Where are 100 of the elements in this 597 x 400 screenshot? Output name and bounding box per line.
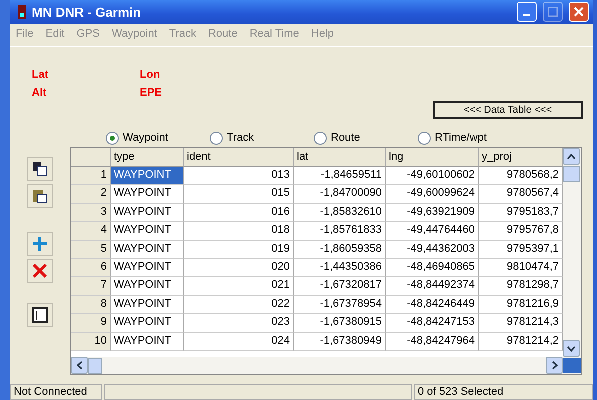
minimize-button[interactable] [517,2,537,22]
table-cell: -1,84700090 [294,185,386,204]
row-number: 8 [71,296,111,314]
table-cell: -1,86059358 [294,240,386,259]
status-panel: Not Connected [10,384,102,400]
table-cell: -49,60100602 [386,167,479,186]
table-cell: 022 [184,296,294,314]
gps-label: Lat [32,69,50,83]
table-cell: 016 [184,204,294,222]
column-header[interactable]: lng [386,148,479,167]
row-number: 10 [71,332,111,351]
table-cell: -1,44350386 [294,258,386,278]
column-header[interactable]: ident [184,148,294,167]
row-number: 3 [71,204,111,222]
radio-label: RTime/wpt [435,132,487,144]
corner-header[interactable] [71,148,111,167]
table-cell: -1,67380949 [294,332,386,351]
table-cell: WAYPOINT [111,277,184,296]
table-cell: -48,84247964 [386,332,479,351]
size-grip [563,358,581,373]
table-cell: WAYPOINT [111,204,184,222]
menu-item[interactable]: Help [311,28,334,42]
table-cell: 015 [184,185,294,204]
table-cell: WAYPOINT [111,240,184,259]
table-cell: 013 [184,167,294,186]
table-cell: 023 [184,314,294,333]
gps-label: Alt [32,87,48,101]
row-number: 2 [71,185,111,204]
row-number: 9 [71,314,111,333]
paste-button[interactable] [27,184,53,208]
copy-button[interactable] [27,157,53,181]
row-number: 7 [71,277,111,296]
table-cell: WAYPOINT [111,222,184,241]
radio-label: Route [331,132,360,144]
copy-icon [32,161,48,177]
table-cell: 021 [184,277,294,296]
window-button[interactable] [27,303,53,327]
gps-label: Lon [140,69,162,83]
column-header[interactable]: lat [294,148,386,167]
delete-button[interactable] [27,259,53,283]
radio-label: Track [227,132,254,144]
scroll-down-button[interactable] [563,340,580,357]
add-button[interactable] [27,232,53,256]
menu-item[interactable]: GPS [76,28,100,42]
menu-item[interactable]: Edit [46,28,65,42]
table-cell: 020 [184,258,294,278]
table-cell: -1,67320817 [294,277,386,296]
table-cell: -1,84659511 [294,167,386,186]
menu-item[interactable]: Route [208,28,238,42]
status-panel: 0 of 523 Selected [414,384,593,400]
menu-item[interactable]: Real Time [250,28,300,42]
radio-label: Waypoint [123,132,168,144]
table-cell: -49,44362003 [386,240,479,259]
gps-label: EPE [140,87,164,101]
table-cell: -1,67378954 [294,296,386,314]
table-cell: WAYPOINT [111,296,184,314]
menu-item[interactable]: File [16,28,34,42]
plus-icon [32,236,48,252]
app-icon [18,5,26,19]
table-cell: WAYPOINT [111,332,184,351]
scroll-right-button[interactable] [546,357,563,374]
data-table-button[interactable]: <<< Data Table <<< [433,101,583,119]
menu-item[interactable]: Track [169,28,196,42]
table-cell: -49,63921909 [386,204,479,222]
table-cell: WAYPOINT [111,185,184,204]
maximize-icon [548,7,558,17]
table-cell: -49,44764460 [386,222,479,241]
menu-item[interactable]: Waypoint [112,28,158,42]
row-number: 5 [71,240,111,259]
radio-button[interactable] [418,132,431,144]
row-number: 6 [71,258,111,278]
table-cell: -49,60099624 [386,185,479,204]
close-button[interactable] [569,2,589,22]
table-cell: 018 [184,222,294,241]
table-cell: WAYPOINT [111,258,184,278]
column-header[interactable]: type [111,148,184,167]
radio-button[interactable] [210,132,223,144]
window-title: MN DNR - Garmin [32,4,142,20]
delete-icon [33,264,47,278]
table-cell: -48,84246449 [386,296,479,314]
scroll-thumb[interactable] [563,166,580,182]
table-cell: -48,46940865 [386,258,479,278]
row-number: 4 [71,222,111,241]
window-icon [32,307,48,323]
radio-button[interactable] [314,132,327,144]
scroll-up-button[interactable] [563,148,580,165]
paste-icon [32,188,48,204]
table-cell: -1,85761833 [294,222,386,241]
table-cell: 024 [184,332,294,351]
table-cell: 019 [184,240,294,259]
scroll-thumb[interactable] [88,358,102,374]
radio-button[interactable] [106,132,119,144]
scroll-left-button[interactable] [71,357,88,374]
table-cell: WAYPOINT [111,167,184,186]
row-number: 1 [71,167,111,186]
close-icon [574,7,584,17]
table-cell: -1,85832610 [294,204,386,222]
table-cell: -1,67380915 [294,314,386,333]
table-cell: -48,84492374 [386,277,479,296]
column-header[interactable]: y_proj [479,148,563,167]
